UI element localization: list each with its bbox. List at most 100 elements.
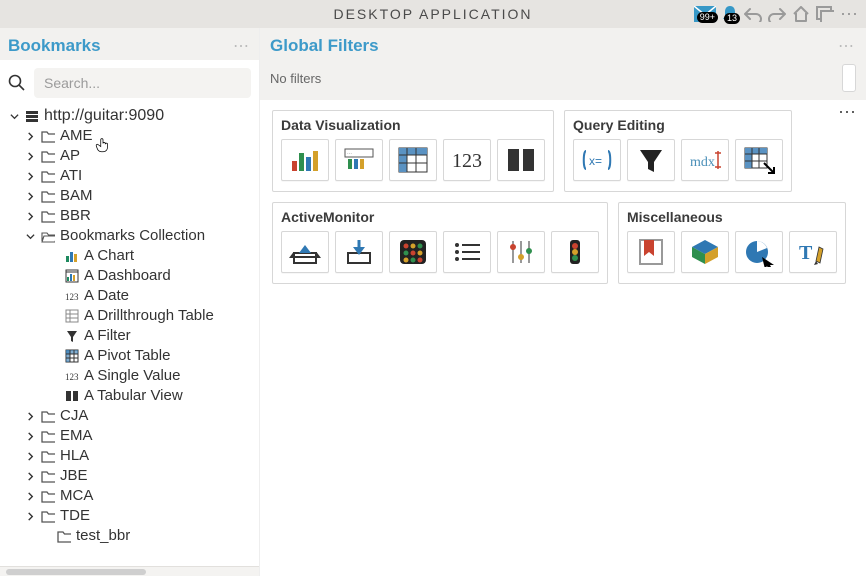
folder-icon [40,149,56,163]
tree-label: A Filter [84,326,131,346]
palette-group-title: ActiveMonitor [281,209,599,225]
sidebar: Bookmarks ⋯ http://guitar:9090 AME AP AT… [0,28,260,576]
tile-list[interactable] [443,231,491,273]
chevron-icon[interactable] [24,512,36,521]
tree-label: BBR [60,206,91,226]
tree-folder-bam[interactable]: BAM [0,186,253,206]
chevron-icon[interactable] [24,472,36,481]
tree-label: test_bbr [76,526,130,546]
mail-icon[interactable]: 99+ [694,6,716,22]
chevron-icon[interactable] [24,452,36,461]
tile-sliders[interactable] [497,231,545,273]
tree-folder-test-bbr[interactable]: test_bbr [0,526,253,546]
bell-icon[interactable]: 13 [722,5,738,23]
tree-label: BAM [60,186,93,206]
tile-featured[interactable] [335,139,383,181]
tree-item[interactable]: A Date [0,286,253,306]
tree-folder-bookmarks-collection[interactable]: Bookmarks Collection [0,226,253,246]
folder-icon [40,129,56,143]
tree-folder-tde[interactable]: TDE [0,506,253,526]
tile-number[interactable] [443,139,491,181]
tree-item[interactable]: A Chart [0,246,253,266]
tile-mdx[interactable] [681,139,729,181]
tree-item[interactable]: A Tabular View [0,386,253,406]
redo-icon[interactable] [768,6,786,22]
filters-header: Global Filters ⋯ [260,28,866,60]
tree-folder-jbe[interactable]: JBE [0,466,253,486]
filters-empty-text: No filters [270,71,321,86]
tree-root[interactable]: http://guitar:9090 [0,106,253,126]
folder-icon [40,169,56,183]
tree-item[interactable]: A Pivot Table [0,346,253,366]
filters-slot[interactable] [842,64,856,92]
tree-folder-mca[interactable]: MCA [0,486,253,506]
tree-item[interactable]: A Dashboard [0,266,253,286]
tile-export[interactable] [335,231,383,273]
folder-icon [40,189,56,203]
tree-folder-hla[interactable]: HLA [0,446,253,466]
tile-pivot[interactable] [389,139,437,181]
window-icon[interactable] [816,6,834,22]
widget-canvas[interactable]: ⋯ Data Visualization Query Editing Activ… [260,100,866,576]
chevron-icon[interactable] [24,232,36,241]
chevron-icon[interactable] [24,432,36,441]
drill-icon [64,309,80,323]
tile-pieclick[interactable] [735,231,783,273]
search-icon[interactable] [8,74,26,92]
tree-folder-ema[interactable]: EMA [0,426,253,446]
tile-traffic[interactable] [551,231,599,273]
tree-item[interactable]: A Single Value [0,366,253,386]
tree-folder-bbr[interactable]: BBR [0,206,253,226]
tile-richtext[interactable] [789,231,837,273]
undo-icon[interactable] [744,6,762,22]
tree-label: A Date [84,286,129,306]
titlebar-actions: 99+ 13 ⋯ [694,4,860,25]
tile-bookmark[interactable] [627,231,675,273]
chevron-icon[interactable] [24,412,36,421]
tree-item[interactable]: A Drillthrough Table [0,306,253,326]
chevron-icon[interactable] [24,152,36,161]
palette-group-title: Miscellaneous [627,209,837,225]
tree-label: EMA [60,426,93,446]
tree-folder-cja[interactable]: CJA [0,406,253,426]
tile-drill[interactable] [735,139,783,181]
tile-filter[interactable] [627,139,675,181]
palette-group: Query Editing [564,110,792,192]
chevron-icon[interactable] [24,192,36,201]
chevron-icon[interactable] [24,172,36,181]
bookmark-tree[interactable]: http://guitar:9090 AME AP ATI BAM BBR Bo… [0,106,253,566]
canvas-menu-icon[interactable]: ⋯ [838,102,858,123]
search-input[interactable] [34,68,251,98]
home-icon[interactable] [792,6,810,22]
chevron-icon[interactable] [24,492,36,501]
tree-item[interactable]: A Filter [0,326,253,346]
chart-icon [64,249,80,263]
chevron-icon[interactable] [24,132,36,141]
tree-label: ATI [60,166,82,186]
more-icon[interactable]: ⋯ [840,4,860,25]
number-icon [64,369,80,383]
tree-folder-ap[interactable]: AP [0,146,253,166]
tile-status[interactable] [389,231,437,273]
tree-folder-ati[interactable]: ATI [0,166,253,186]
folder-icon [40,209,56,223]
tile-cube[interactable] [681,231,729,273]
tile-tabular[interactable] [497,139,545,181]
palette-group: Miscellaneous [618,202,846,284]
sidebar-hscroll[interactable] [0,566,259,576]
chevron-icon[interactable] [24,212,36,221]
tile-formula[interactable] [573,139,621,181]
tile-import[interactable] [281,231,329,273]
number-icon [64,289,80,303]
folder-icon [40,469,56,483]
folderOpen-icon [40,229,56,243]
filters-title: Global Filters [270,36,379,56]
tree-label: A Pivot Table [84,346,170,366]
chevron-icon[interactable] [8,112,20,121]
folder-icon [40,509,56,523]
tree-folder-ame[interactable]: AME [0,126,253,146]
filters-menu-icon[interactable]: ⋯ [838,36,856,56]
tree-label: A Drillthrough Table [84,306,214,326]
tile-barchart[interactable] [281,139,329,181]
sidebar-menu-icon[interactable]: ⋯ [233,36,251,56]
